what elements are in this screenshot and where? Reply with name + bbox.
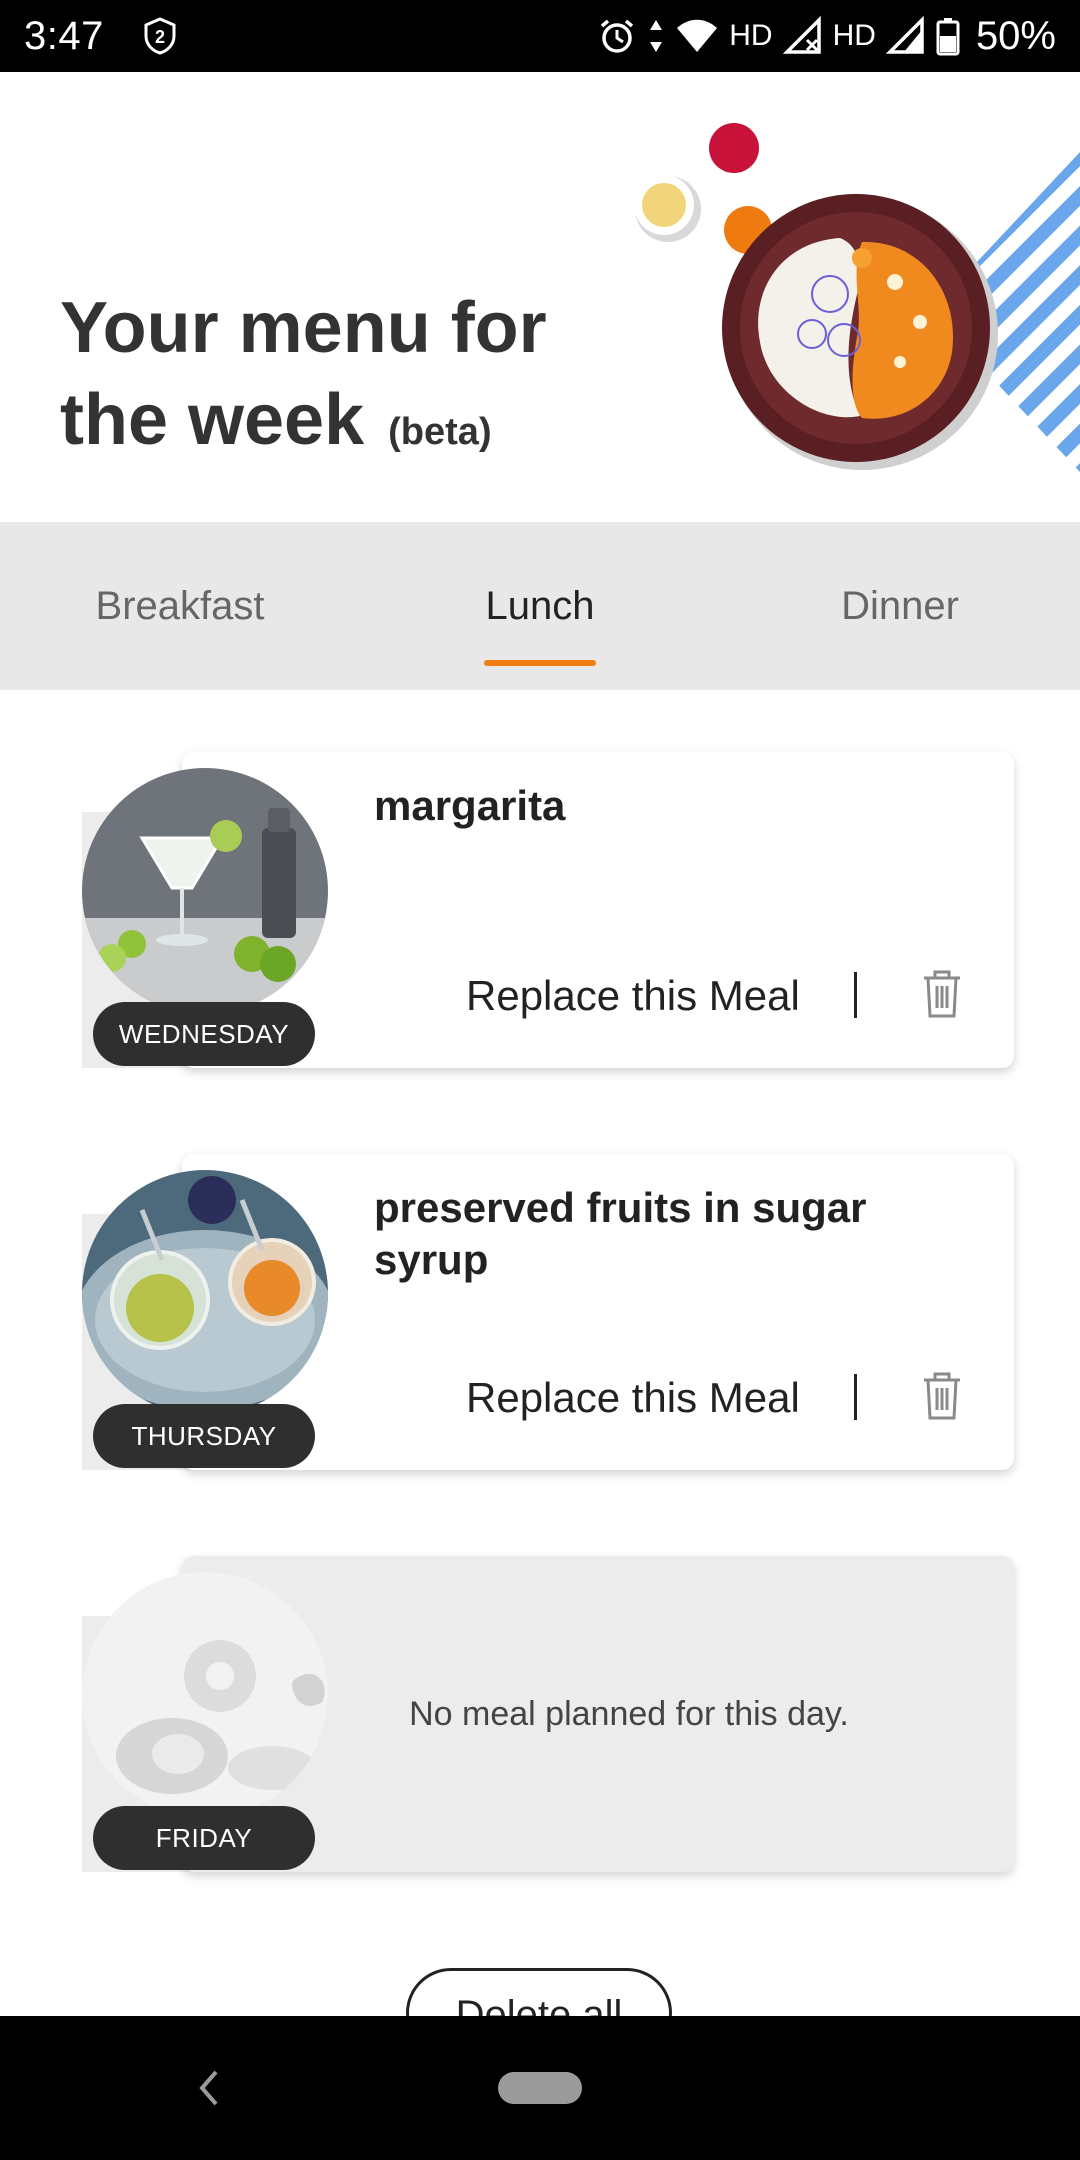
meal-card-friday: FRIDAY No meal planned for this day. xyxy=(82,1556,1014,1872)
replace-meal-button[interactable]: Replace this Meal xyxy=(466,972,800,1020)
home-pill-button[interactable] xyxy=(498,2072,582,2104)
data-arrows-icon xyxy=(650,20,663,52)
replace-meal-button[interactable]: Replace this Meal xyxy=(466,1374,800,1422)
meal-photo-preserved-fruits xyxy=(82,1170,328,1416)
divider xyxy=(854,972,857,1018)
header: Your menu for the week (beta) xyxy=(0,72,1080,522)
alarm-icon xyxy=(601,19,634,53)
status-bar: 3:47 2 HD HD 50% xyxy=(0,0,1080,72)
meal-title: preserved fruits in sugar syrup xyxy=(374,1184,867,1283)
status-time: 3:47 xyxy=(24,13,104,58)
tab-lunch[interactable]: Lunch xyxy=(360,522,720,690)
navigation-bar xyxy=(0,2016,1080,2160)
meal-photo-margarita xyxy=(82,768,328,1014)
shield-2-icon: 2 xyxy=(144,17,176,55)
placeholder-plate-image xyxy=(82,1572,328,1818)
wifi-icon xyxy=(677,19,718,52)
trash-icon[interactable] xyxy=(920,1370,964,1422)
tab-dinner[interactable]: Dinner xyxy=(720,522,1080,690)
divider xyxy=(854,1374,857,1420)
meal-title: margarita xyxy=(374,782,566,829)
trash-icon[interactable] xyxy=(920,968,964,1020)
beta-label: (beta) xyxy=(388,411,492,453)
battery-percent: 50% xyxy=(975,13,1056,58)
tab-breakfast[interactable]: Breakfast xyxy=(0,522,360,690)
title-line-2: the week xyxy=(60,380,365,460)
back-icon[interactable] xyxy=(190,2064,226,2112)
signal-x-icon xyxy=(782,16,821,54)
day-badge: FRIDAY xyxy=(93,1806,315,1870)
network-label: HD xyxy=(729,19,773,52)
battery-icon xyxy=(936,18,960,56)
empty-meal-message: No meal planned for this day. xyxy=(409,1694,849,1733)
day-badge: THURSDAY xyxy=(93,1404,315,1468)
title-line-1: Your menu for xyxy=(60,288,547,368)
network-label: HD xyxy=(832,19,876,52)
svg-text:2: 2 xyxy=(155,27,165,47)
signal-icon xyxy=(885,16,924,54)
meal-card-thursday: THURSDAY preserved fruits in sugar syrup… xyxy=(82,1154,1014,1470)
food-illustration xyxy=(634,118,1080,472)
page-title: Your menu for the week (beta) xyxy=(60,282,620,478)
day-badge: WEDNESDAY xyxy=(93,1002,315,1066)
meal-card-wednesday: WEDNESDAY margarita Replace this Meal xyxy=(82,752,1014,1068)
meal-tabs: Breakfast Lunch Dinner xyxy=(0,522,1080,690)
